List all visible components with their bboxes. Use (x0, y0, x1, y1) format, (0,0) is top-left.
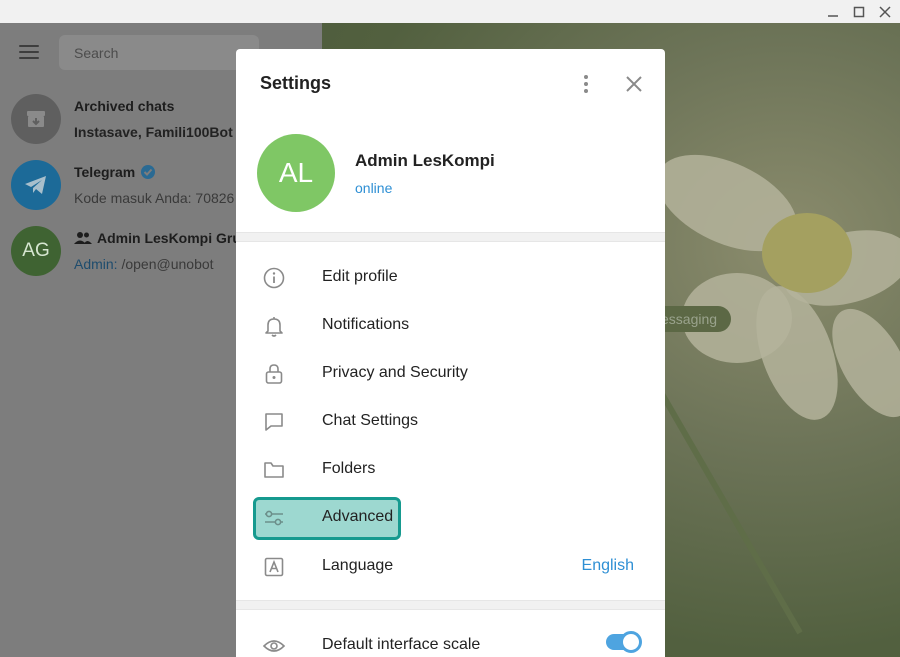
menu-label: Advanced (322, 508, 394, 525)
minimize-button[interactable] (824, 3, 842, 20)
eye-icon (262, 640, 286, 652)
menu-item-language[interactable]: Language English (236, 543, 665, 591)
profile-avatar[interactable]: AL (257, 134, 335, 212)
archive-icon (11, 94, 61, 144)
chat-title: Admin LesKompi Gru (74, 230, 241, 246)
profile-name: Admin LesKompi (355, 151, 495, 170)
bell-icon (265, 317, 283, 337)
section-divider (236, 232, 665, 242)
avatar: AG (11, 226, 61, 276)
chat-bubble-icon (265, 413, 283, 431)
menu-item-advanced[interactable]: Advanced (236, 494, 665, 542)
maximize-icon (853, 6, 865, 17)
menu-item-chat-settings[interactable]: Chat Settings (236, 398, 665, 446)
wallpaper-decoration (647, 371, 803, 635)
dialog-title: Settings (260, 73, 332, 93)
chat-subtitle: Kode masuk Anda: 70826 (74, 190, 235, 206)
toggle-knob (620, 631, 642, 653)
search-input[interactable]: Search (59, 35, 259, 70)
chat-title: Telegram (74, 164, 156, 180)
chat-subtitle: Admin: /open@unobot (74, 256, 214, 272)
menu-item-notifications[interactable]: Notifications (236, 302, 665, 350)
interface-scale-toggle[interactable] (606, 631, 642, 653)
section-divider (236, 600, 665, 610)
verified-badge-icon (141, 165, 156, 179)
settings-dialog: Settings AL Admin LesKompi online Edit p… (236, 49, 665, 657)
info-icon (263, 267, 285, 289)
hamburger-menu-icon[interactable] (19, 45, 39, 59)
window-close-button[interactable] (876, 3, 894, 20)
more-options-icon[interactable] (576, 73, 596, 95)
wallpaper-decoration (762, 213, 852, 293)
folder-icon (264, 462, 284, 478)
window-titlebar (0, 0, 900, 23)
menu-label: Notifications (322, 316, 410, 333)
maximize-button[interactable] (850, 3, 868, 20)
menu-label: Privacy and Security (322, 364, 468, 381)
menu-item-edit-profile[interactable]: Edit profile (236, 254, 665, 302)
lock-icon (265, 364, 283, 384)
close-icon (879, 5, 891, 18)
menu-label: Edit profile (322, 268, 398, 285)
menu-label: Language (322, 557, 394, 574)
menu-item-interface-scale[interactable]: Default interface scale (236, 622, 665, 657)
menu-label: Folders (322, 460, 376, 477)
group-icon (74, 232, 92, 244)
menu-label: Default interface scale (322, 636, 481, 653)
sliders-icon (265, 510, 283, 526)
minimize-icon (828, 14, 838, 17)
chat-title: Archived chats (74, 98, 175, 114)
telegram-logo-icon (11, 160, 61, 210)
profile-status: online (355, 180, 393, 196)
close-icon (626, 76, 642, 92)
language-value: English (581, 557, 634, 574)
menu-item-folders[interactable]: Folders (236, 446, 665, 494)
close-dialog-button[interactable] (623, 73, 645, 95)
chat-subtitle: Instasave, Famili100Bot (74, 124, 233, 140)
menu-label: Chat Settings (322, 412, 419, 429)
menu-item-privacy[interactable]: Privacy and Security (236, 350, 665, 398)
language-icon (264, 557, 284, 577)
